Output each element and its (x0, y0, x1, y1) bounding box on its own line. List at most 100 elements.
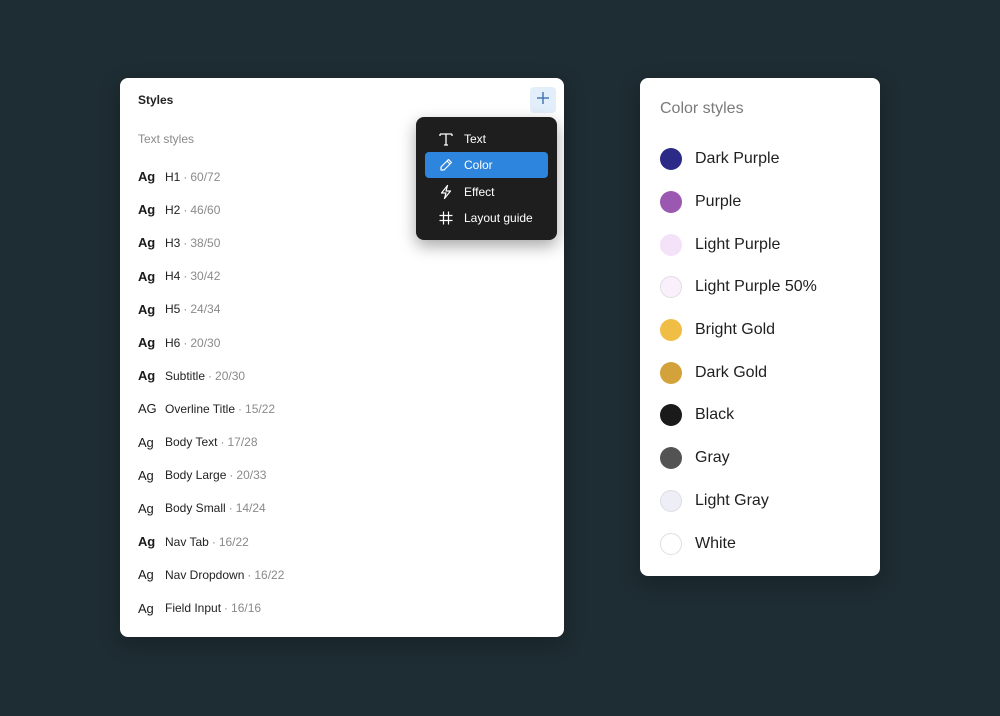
text-style-name: H2 (165, 202, 181, 217)
type-sample-glyph: Ag (138, 600, 154, 616)
text-style-item[interactable]: Ag H3 · 38/50 (138, 226, 284, 259)
text-style-name: Field Input (165, 601, 222, 616)
text-style-name: Nav Tab (165, 534, 209, 549)
text-style-metric: 60/72 (190, 169, 221, 184)
text-style-item[interactable]: Ag H1 · 60/72 (138, 160, 284, 193)
color-style-item[interactable]: Dark Purple (660, 138, 817, 181)
text-style-item[interactable]: Ag Body Small · 14/24 (138, 492, 284, 525)
color-style-item[interactable]: White (660, 522, 817, 565)
separator-dot: · (247, 567, 252, 582)
menu-item-color[interactable]: Color (425, 152, 548, 178)
type-sample-glyph: AG (138, 401, 157, 417)
text-style-name: Subtitle (165, 368, 206, 383)
text-style-metric: 20/33 (236, 468, 267, 483)
text-style-item[interactable]: Ag Subtitle · 20/30 (138, 359, 284, 392)
text-style-item[interactable]: Ag H5 · 24/34 (138, 293, 284, 326)
color-style-item[interactable]: Light Purple (660, 223, 817, 266)
text-style-item[interactable]: AG Overline Title · 15/22 (138, 392, 284, 425)
text-style-name: H6 (165, 335, 181, 350)
text-style-name: H4 (165, 269, 181, 284)
color-style-name: White (695, 534, 736, 552)
add-style-button[interactable] (530, 87, 556, 113)
text-style-metric: 38/50 (190, 235, 221, 250)
text-style-metric: 24/34 (190, 302, 221, 317)
separator-dot: · (183, 202, 188, 217)
separator-dot: · (183, 235, 188, 250)
type-sample-glyph: Ag (138, 434, 154, 450)
create-style-menu: Text Color Effect Layout guide (416, 117, 557, 240)
color-swatch (660, 233, 682, 256)
menu-item-text[interactable]: Text (425, 126, 548, 152)
type-sample-glyph: Ag (138, 567, 154, 583)
text-style-name: H1 (165, 169, 181, 184)
separator-dot: · (220, 435, 225, 450)
separator-dot: · (238, 401, 243, 416)
text-style-item[interactable]: Ag Body Text · 17/28 (138, 426, 284, 459)
color-style-name: Bright Gold (695, 321, 776, 339)
color-swatch (660, 191, 682, 214)
styles-panel-title: Styles (138, 93, 174, 107)
separator-dot: · (183, 169, 188, 184)
separator-dot: · (229, 468, 234, 483)
lightning-icon (438, 184, 454, 200)
text-style-metric: 30/42 (190, 269, 221, 284)
text-style-item[interactable]: Ag Nav Dropdown · 16/22 (138, 558, 284, 591)
type-sample-glyph: Ag (138, 335, 155, 351)
menu-item-effect[interactable]: Effect (425, 179, 548, 205)
type-sample-glyph: Ag (138, 169, 155, 185)
eyedropper-icon (438, 157, 454, 173)
text-style-metric: 20/30 (190, 335, 221, 350)
text-style-name: Body Small (165, 501, 226, 516)
color-style-item[interactable]: Gray (660, 437, 817, 480)
color-style-item[interactable]: Purple (660, 181, 817, 224)
color-style-item[interactable]: Black (660, 394, 817, 437)
text-style-metric: 16/22 (254, 567, 285, 582)
color-style-item[interactable]: Light Purple 50% (660, 266, 817, 309)
text-style-item[interactable]: Ag H6 · 20/30 (138, 326, 284, 359)
text-style-item[interactable]: Ag Body Large · 20/33 (138, 459, 284, 492)
color-style-item[interactable]: Bright Gold (660, 309, 817, 352)
text-style-metric: 46/60 (190, 202, 221, 217)
type-sample-glyph: Ag (138, 368, 155, 384)
type-sample-glyph: Ag (138, 268, 155, 284)
type-sample-glyph: Ag (138, 235, 155, 251)
text-icon (438, 131, 454, 147)
separator-dot: · (183, 302, 188, 317)
text-style-metric: 20/30 (215, 368, 246, 383)
text-style-item[interactable]: Ag H4 · 30/42 (138, 260, 284, 293)
separator-dot: · (224, 601, 229, 616)
color-styles-panel: Color styles Dark Purple Purple Light Pu… (640, 78, 880, 576)
type-sample-glyph: Ag (138, 467, 154, 483)
color-swatch (660, 489, 682, 512)
separator-dot: · (183, 269, 188, 284)
text-styles-section-label: Text styles (138, 132, 195, 146)
text-style-item[interactable]: Ag Field Input · 16/16 (138, 591, 284, 624)
color-style-name: Purple (695, 193, 742, 211)
color-swatch (660, 361, 682, 384)
grid-icon (438, 210, 454, 226)
color-swatch (660, 447, 682, 470)
text-style-name: H3 (165, 235, 181, 250)
color-style-item[interactable]: Light Gray (660, 480, 817, 523)
color-styles-list: Dark Purple Purple Light Purple Light Pu… (660, 138, 817, 565)
menu-item-layout-guide[interactable]: Layout guide (425, 205, 548, 231)
color-swatch (660, 276, 682, 299)
color-style-name: Dark Purple (695, 150, 780, 168)
type-sample-glyph: Ag (138, 500, 154, 516)
color-style-name: Light Purple (695, 235, 781, 253)
menu-item-label: Text (464, 132, 487, 146)
color-swatch (660, 319, 682, 342)
text-style-name: Body Large (165, 468, 227, 483)
color-styles-title: Color styles (660, 100, 744, 117)
separator-dot: · (183, 335, 188, 350)
color-style-item[interactable]: Dark Gold (660, 351, 817, 394)
text-style-name: Body Text (165, 435, 218, 450)
color-style-name: Black (695, 406, 735, 424)
text-style-item[interactable]: Ag Nav Tab · 16/22 (138, 525, 284, 558)
color-swatch (660, 404, 682, 427)
text-style-item[interactable]: Ag H2 · 46/60 (138, 193, 284, 226)
text-style-metric: 17/28 (227, 435, 258, 450)
color-style-name: Dark Gold (695, 363, 768, 381)
menu-item-label: Color (464, 158, 493, 172)
separator-dot: · (208, 368, 213, 383)
